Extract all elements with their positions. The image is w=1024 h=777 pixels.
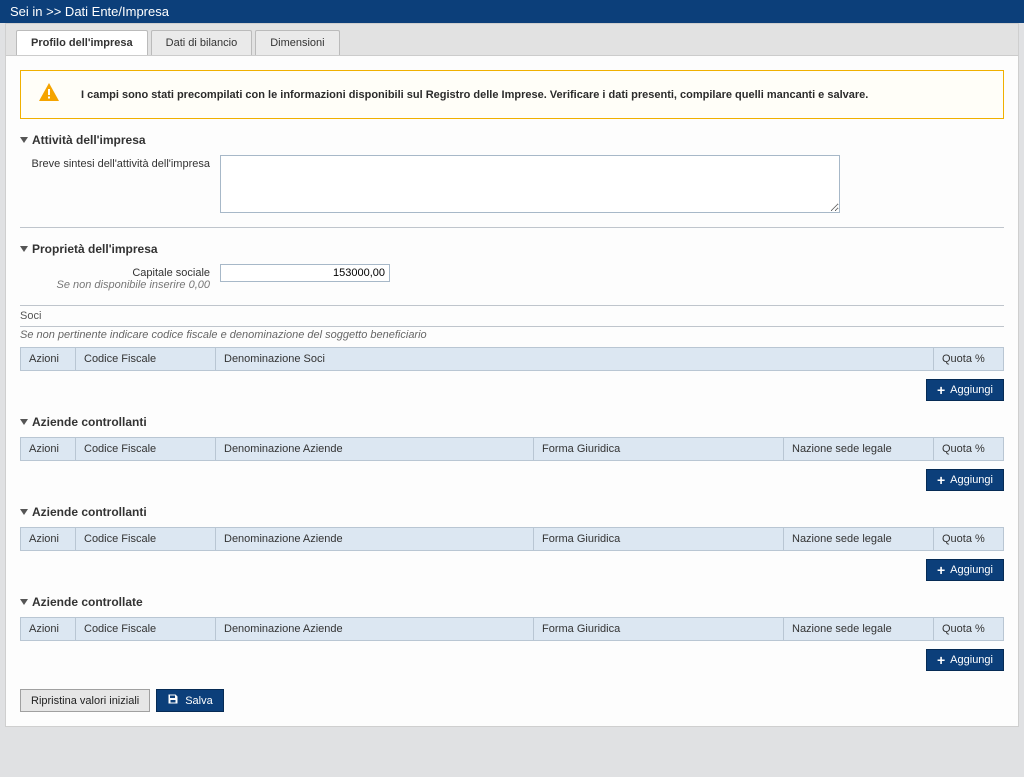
subheading-soci: Soci bbox=[20, 308, 1004, 324]
table-controllanti-1: Azioni Codice Fiscale Denominazione Azie… bbox=[20, 437, 1004, 461]
table-controllanti-2: Azioni Codice Fiscale Denominazione Azie… bbox=[20, 527, 1004, 551]
th-azioni: Azioni bbox=[21, 618, 76, 641]
note-soci: Se non pertinente indicare codice fiscal… bbox=[20, 329, 1004, 341]
th-denominazione: Denominazione Soci bbox=[216, 348, 934, 371]
plus-icon: + bbox=[937, 653, 945, 667]
add-button-label: Aggiungi bbox=[950, 384, 993, 396]
section-title-controllate: Aziende controllate bbox=[32, 595, 143, 609]
th-forma-giuridica: Forma Giuridica bbox=[534, 528, 784, 551]
add-button-label: Aggiungi bbox=[950, 564, 993, 576]
th-codice-fiscale: Codice Fiscale bbox=[76, 618, 216, 641]
table-soci: Azioni Codice Fiscale Denominazione Soci… bbox=[20, 347, 1004, 371]
th-forma-giuridica: Forma Giuridica bbox=[534, 618, 784, 641]
add-soci-button[interactable]: + Aggiungi bbox=[926, 379, 1004, 401]
th-nazione: Nazione sede legale bbox=[784, 528, 934, 551]
helper-capitale: Se non disponibile inserire 0,00 bbox=[20, 279, 210, 291]
label-capitale-sociale: Capitale sociale bbox=[132, 267, 210, 279]
add-button-label: Aggiungi bbox=[950, 474, 993, 486]
add-controllate-button[interactable]: + Aggiungi bbox=[926, 649, 1004, 671]
th-quota: Quota % bbox=[934, 618, 1004, 641]
section-title-controllanti-1: Aziende controllanti bbox=[32, 415, 147, 429]
th-forma-giuridica: Forma Giuridica bbox=[534, 438, 784, 461]
plus-icon: + bbox=[937, 383, 945, 397]
tabs: Profilo dell'impresa Dati di bilancio Di… bbox=[6, 24, 1018, 56]
warning-icon bbox=[35, 81, 63, 108]
salva-label: Salva bbox=[185, 695, 213, 707]
th-azioni: Azioni bbox=[21, 348, 76, 371]
save-icon bbox=[167, 693, 179, 708]
info-text: I campi sono stati precompilati con le i… bbox=[81, 89, 868, 101]
breadcrumb-bar: Sei in >> Dati Ente/Impresa bbox=[0, 0, 1024, 23]
input-capitale-sociale[interactable] bbox=[220, 264, 390, 282]
section-toggle-proprieta[interactable]: Proprietà dell'impresa bbox=[20, 242, 1004, 256]
th-quota: Quota % bbox=[934, 348, 1004, 371]
label-breve-sintesi: Breve sintesi dell'attività dell'impresa bbox=[20, 155, 220, 170]
add-controllanti-1-button[interactable]: + Aggiungi bbox=[926, 469, 1004, 491]
tab-profilo[interactable]: Profilo dell'impresa bbox=[16, 30, 148, 55]
th-quota: Quota % bbox=[934, 438, 1004, 461]
add-button-label: Aggiungi bbox=[950, 654, 993, 666]
info-banner: I campi sono stati precompilati con le i… bbox=[20, 70, 1004, 119]
ripristina-button[interactable]: Ripristina valori iniziali bbox=[20, 689, 150, 712]
section-toggle-attivita[interactable]: Attività dell'impresa bbox=[20, 133, 1004, 147]
divider bbox=[20, 305, 1004, 306]
th-quota: Quota % bbox=[934, 528, 1004, 551]
th-azioni: Azioni bbox=[21, 438, 76, 461]
input-breve-sintesi[interactable] bbox=[220, 155, 840, 213]
th-denominazione: Denominazione Aziende bbox=[216, 618, 534, 641]
divider bbox=[20, 227, 1004, 228]
chevron-down-icon bbox=[20, 599, 28, 605]
section-toggle-controllanti-2[interactable]: Aziende controllanti bbox=[20, 505, 1004, 519]
section-toggle-controllanti-1[interactable]: Aziende controllanti bbox=[20, 415, 1004, 429]
tab-dimensioni[interactable]: Dimensioni bbox=[255, 30, 339, 55]
th-nazione: Nazione sede legale bbox=[784, 618, 934, 641]
plus-icon: + bbox=[937, 563, 945, 577]
th-codice-fiscale: Codice Fiscale bbox=[76, 348, 216, 371]
th-azioni: Azioni bbox=[21, 528, 76, 551]
chevron-down-icon bbox=[20, 509, 28, 515]
table-controllate: Azioni Codice Fiscale Denominazione Azie… bbox=[20, 617, 1004, 641]
chevron-down-icon bbox=[20, 137, 28, 143]
chevron-down-icon bbox=[20, 419, 28, 425]
divider bbox=[20, 326, 1004, 327]
section-title-controllanti-2: Aziende controllanti bbox=[32, 505, 147, 519]
salva-button[interactable]: Salva bbox=[156, 689, 224, 712]
section-title-attivita: Attività dell'impresa bbox=[32, 133, 146, 147]
th-nazione: Nazione sede legale bbox=[784, 438, 934, 461]
section-title-proprieta: Proprietà dell'impresa bbox=[32, 242, 158, 256]
add-controllanti-2-button[interactable]: + Aggiungi bbox=[926, 559, 1004, 581]
breadcrumb: Sei in >> Dati Ente/Impresa bbox=[10, 4, 169, 19]
chevron-down-icon bbox=[20, 246, 28, 252]
th-denominazione: Denominazione Aziende bbox=[216, 438, 534, 461]
plus-icon: + bbox=[937, 473, 945, 487]
th-codice-fiscale: Codice Fiscale bbox=[76, 438, 216, 461]
th-codice-fiscale: Codice Fiscale bbox=[76, 528, 216, 551]
section-toggle-controllate[interactable]: Aziende controllate bbox=[20, 595, 1004, 609]
th-denominazione: Denominazione Aziende bbox=[216, 528, 534, 551]
tab-dati-bilancio[interactable]: Dati di bilancio bbox=[151, 30, 253, 55]
